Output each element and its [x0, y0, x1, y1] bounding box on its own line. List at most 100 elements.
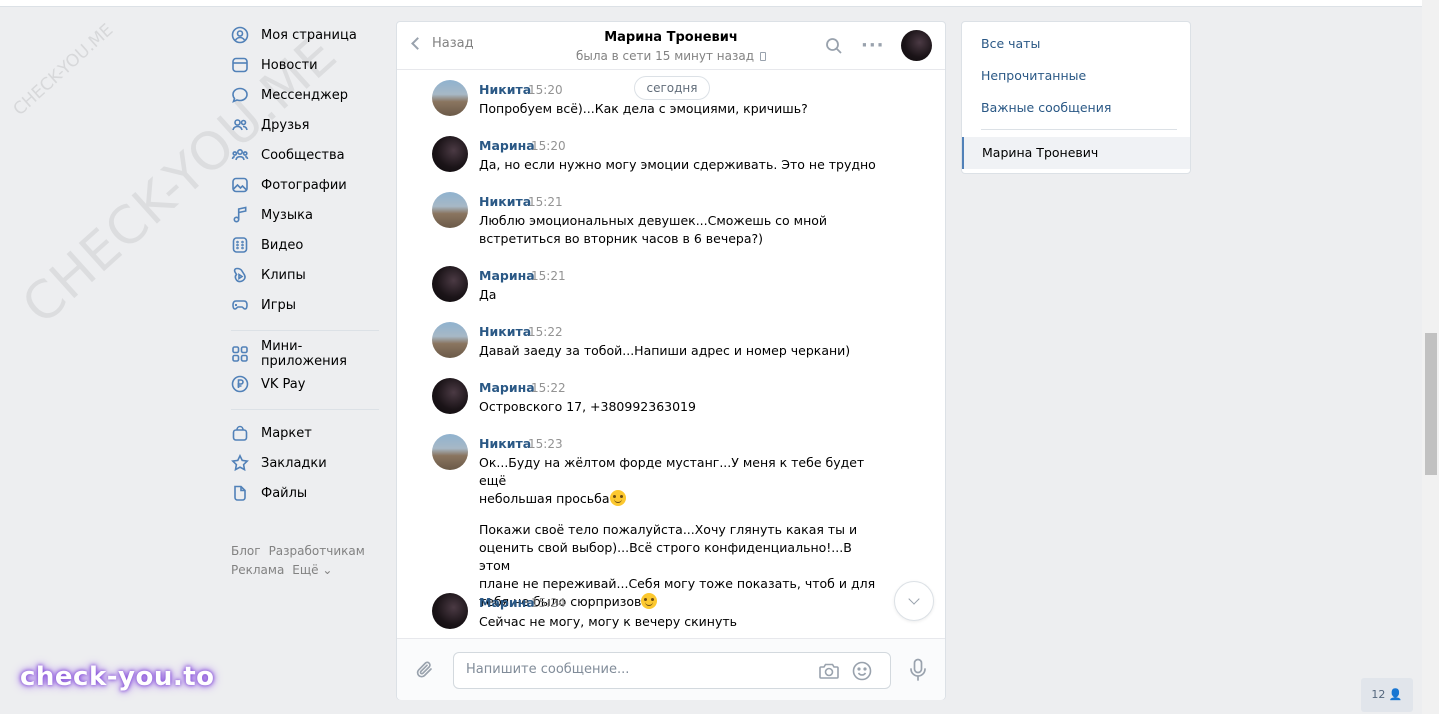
chat-filters-panel: Все чаты Непрочитанные Важные сообщения … [961, 21, 1191, 174]
avatar[interactable] [432, 593, 468, 629]
nav-games[interactable]: Игры [231, 290, 381, 320]
microphone-icon[interactable] [908, 658, 928, 686]
page-scrollbar[interactable] [1422, 0, 1439, 714]
message-input-box[interactable] [453, 652, 891, 689]
watermark-logo: check-you.to [20, 662, 215, 692]
nav-music[interactable]: Музыка [231, 200, 381, 230]
news-icon [231, 56, 249, 74]
avatar[interactable] [432, 80, 468, 116]
flushed-face-emoji-icon [609, 490, 626, 506]
footer-more-link[interactable]: Ещё ⌄ [292, 563, 332, 577]
nav-photos[interactable]: Фотографии [231, 170, 381, 200]
nav-label: Мини-приложения [261, 339, 347, 369]
nav-mini-apps[interactable]: Мини-приложения [231, 339, 381, 369]
avatar[interactable] [432, 266, 468, 302]
nav-divider [231, 409, 379, 410]
shopping-bag-icon [231, 424, 249, 442]
search-icon[interactable] [825, 37, 843, 59]
nav-communities[interactable]: Сообщества [231, 140, 381, 170]
sender-name[interactable]: Марина [479, 595, 535, 610]
sender-name[interactable]: Никита [479, 324, 531, 339]
nav-friends[interactable]: Друзья [231, 110, 381, 140]
emoji-smile-icon[interactable] [852, 661, 872, 685]
friends-icon [231, 116, 249, 134]
message-time[interactable]: 15:24 [531, 596, 566, 610]
communities-icon [231, 146, 249, 164]
message-line: Покажи своё тело пожалуйста...Хочу гляну… [479, 522, 858, 537]
message-time[interactable]: 15:21 [528, 195, 563, 209]
star-icon [231, 454, 249, 472]
avatar[interactable] [432, 136, 468, 172]
message-line: встретиться во вторник часов в 6 вечера?… [479, 231, 764, 246]
sender-name[interactable]: Никита [479, 194, 531, 209]
more-options-icon[interactable]: ··· [861, 35, 885, 56]
nav-clips[interactable]: Клипы [231, 260, 381, 290]
avatar[interactable] [432, 434, 468, 470]
chat-panel: Назад Марина Троневич была в сети 15 мин… [396, 21, 946, 700]
message-time[interactable]: 15:21 [531, 269, 566, 283]
scrollbar-thumb[interactable] [1425, 333, 1437, 475]
message-line: Да, но если нужно могу эмоции сдерживать… [479, 157, 876, 172]
paperclip-icon[interactable] [415, 659, 435, 685]
nav-label: Игры [261, 297, 297, 313]
message-time[interactable]: 15:22 [531, 381, 566, 395]
gamepad-icon [231, 296, 249, 314]
nav-bookmarks[interactable]: Закладки [231, 448, 381, 478]
filter-unread[interactable]: Непрочитанные [981, 68, 1086, 83]
nav-news[interactable]: Новости [231, 50, 381, 80]
online-friends-badge[interactable]: 12 👤 [1361, 678, 1413, 712]
file-icon [231, 484, 249, 502]
message-time[interactable]: 15:22 [528, 325, 563, 339]
nav-label: Маркет [261, 425, 312, 441]
message-history[interactable]: сегодня Никита 15:20 Попробуем всё)...Ка… [397, 71, 945, 638]
filter-important[interactable]: Важные сообщения [981, 100, 1111, 115]
sender-name[interactable]: Никита [479, 82, 531, 97]
nav-label: Закладки [261, 455, 327, 471]
avatar[interactable] [432, 192, 468, 228]
video-icon [231, 236, 249, 254]
nav-label: Клипы [261, 267, 306, 283]
sender-name[interactable]: Марина [479, 138, 535, 153]
footer-blog-link[interactable]: Блог [231, 544, 261, 558]
nav-video[interactable]: Видео [231, 230, 381, 260]
avatar[interactable] [432, 378, 468, 414]
sender-name[interactable]: Марина [479, 268, 535, 283]
message-time[interactable]: 15:20 [531, 139, 566, 153]
filter-all-chats[interactable]: Все чаты [981, 36, 1040, 51]
message-input[interactable] [466, 662, 796, 677]
nav-market[interactable]: Маркет [231, 418, 381, 448]
message-text: Ок...Буду на жёлтом форде мустанг...У ме… [479, 454, 879, 611]
nav-divider [231, 330, 379, 331]
mobile-phone-icon [760, 52, 767, 61]
footer-dev-link[interactable]: Разработчикам [269, 544, 365, 558]
message-time[interactable]: 15:23 [528, 437, 563, 451]
user-circle-icon [231, 26, 249, 44]
sender-name[interactable]: Никита [479, 436, 531, 451]
nav-label: Сообщества [261, 147, 345, 163]
message-text: Попробуем всё)...Как дела с эмоциями, кр… [479, 100, 879, 118]
chat-avatar[interactable] [901, 30, 932, 61]
footer-ads-link[interactable]: Реклама [231, 563, 284, 577]
message-text: Да, но если нужно могу эмоции сдерживать… [479, 156, 879, 174]
nav-label: Видео [261, 237, 304, 253]
avatar[interactable] [432, 322, 468, 358]
message-line: небольшая просьба [479, 490, 879, 508]
clips-icon [231, 266, 249, 284]
footer-links: Блог Разработчикам Реклама Ещё ⌄ [231, 542, 391, 580]
camera-icon[interactable] [818, 661, 840, 685]
message-line: Ок...Буду на жёлтом форде мустанг...У ме… [479, 455, 865, 488]
active-chat-item[interactable]: Марина Троневич [962, 137, 1190, 169]
nav-messenger[interactable]: Мессенджер [231, 80, 381, 110]
sender-name[interactable]: Марина [479, 380, 535, 395]
message-time[interactable]: 15:20 [528, 83, 563, 97]
nav-my-page[interactable]: Моя страница [231, 20, 381, 50]
message-line: плане не переживай...Себя могу тоже пока… [479, 576, 876, 591]
message-line: Люблю эмоциональных девушек...Сможешь со… [479, 213, 828, 228]
nav-vk-pay[interactable]: VK Pay [231, 369, 381, 399]
nav-label: Музыка [261, 207, 313, 223]
nav-label: Файлы [261, 485, 308, 501]
nav-files[interactable]: Файлы [231, 478, 381, 508]
panel-divider [981, 129, 1177, 130]
scroll-down-button[interactable] [894, 581, 934, 621]
message-gap [479, 508, 879, 521]
